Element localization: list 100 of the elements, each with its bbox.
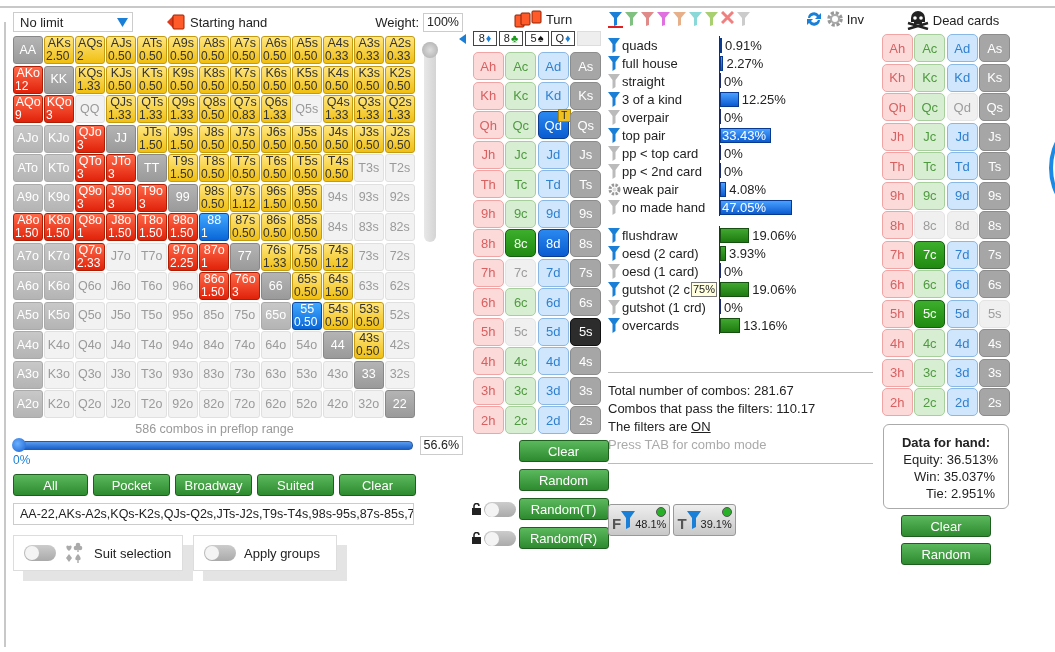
hand-cell[interactable]: 87s 0.50 — [230, 213, 260, 241]
hand-cell[interactable]: 93o — [168, 360, 198, 389]
card-button[interactable]: 4h — [472, 347, 504, 375]
card-button[interactable]: 8d — [537, 229, 569, 257]
card-button[interactable]: Kh — [881, 63, 913, 92]
hand-cell[interactable]: K8o 1.50 — [44, 213, 74, 241]
hand-cell[interactable]: 32o — [354, 390, 384, 418]
card-button[interactable]: Jh — [881, 122, 913, 151]
card-button[interactable]: 3h — [881, 358, 913, 387]
hand-cell[interactable]: T3s — [354, 154, 384, 182]
card-button[interactable]: Kc — [914, 63, 946, 92]
hand-cell[interactable]: 94s — [323, 183, 353, 212]
card-button[interactable]: 5d — [946, 299, 978, 328]
hand-cell[interactable]: 22 — [385, 390, 415, 418]
card-button[interactable]: Ac — [505, 52, 537, 80]
toggle-switch[interactable] — [24, 545, 56, 561]
hand-cell[interactable]: A2s 0.33 — [385, 36, 415, 64]
hand-cell[interactable]: 82o — [199, 390, 229, 418]
hand-cell[interactable]: J4s 0.50 — [323, 124, 353, 153]
hand-cell[interactable]: Q8s 0.50 — [199, 95, 229, 123]
hand-cell[interactable]: 98s 0.50 — [199, 183, 229, 212]
filter-icon[interactable] — [608, 263, 620, 279]
hand-cell[interactable]: J8o 1.50 — [106, 213, 136, 241]
hand-cell[interactable]: K7o — [44, 242, 74, 271]
hand-cell[interactable]: T2o — [137, 390, 167, 418]
hand-cell[interactable]: 43s 0.50 — [354, 331, 384, 359]
card-button[interactable]: 4h — [881, 329, 913, 357]
card-button[interactable]: Kc — [505, 81, 537, 110]
hand-cell[interactable]: T9o 3 — [137, 183, 167, 212]
card-button[interactable]: 9c — [914, 181, 946, 210]
card-button[interactable]: 3s — [979, 358, 1011, 387]
hand-cell[interactable]: A3o — [13, 360, 43, 389]
card-button[interactable]: Ts — [570, 170, 602, 198]
filter-icon[interactable] — [608, 199, 620, 215]
card-button[interactable]: 3c — [505, 376, 537, 405]
hand-cell[interactable]: T8s 0.50 — [199, 154, 229, 182]
hand-cell[interactable]: J3s 0.50 — [354, 124, 384, 153]
board-card[interactable]: 8♦ — [473, 31, 497, 46]
filters-toggle-link[interactable]: ON — [691, 419, 711, 434]
hand-cell[interactable]: Q4s 1.33 — [323, 95, 353, 123]
hand-cell[interactable]: A5o — [13, 301, 43, 330]
refresh-icon[interactable] — [804, 10, 823, 28]
card-button[interactable]: 4d — [946, 329, 978, 357]
hand-cell[interactable]: 44 — [323, 331, 353, 359]
hand-cell[interactable]: TT — [137, 154, 167, 182]
card-arrow-icon[interactable] — [167, 14, 185, 30]
hand-cell[interactable]: J7o — [106, 242, 136, 271]
hand-cell[interactable]: Q8o 1 — [75, 213, 105, 241]
hand-cell[interactable]: 33 — [354, 360, 384, 389]
card-button[interactable]: 7d — [946, 240, 978, 269]
card-button[interactable]: 9h — [472, 199, 504, 228]
card-button[interactable]: 2d — [946, 388, 978, 416]
card-button[interactable]: 7c — [505, 258, 537, 287]
hand-cell[interactable]: 62o — [261, 390, 291, 418]
hand-cell[interactable]: AKo 12 — [13, 65, 43, 94]
hand-cell[interactable]: 43o — [323, 360, 353, 389]
card-button[interactable]: Ks — [979, 63, 1011, 92]
hand-cell[interactable]: 52s — [385, 301, 415, 330]
hand-cell[interactable]: 66 — [261, 272, 291, 300]
card-button[interactable]: Qh — [881, 93, 913, 121]
filter-icon[interactable] — [608, 91, 620, 107]
card-button[interactable]: 2s — [570, 406, 602, 434]
card-button[interactable]: 6h — [881, 270, 913, 298]
card-button[interactable]: 7c — [914, 240, 946, 269]
card-button[interactable]: 3d — [537, 376, 569, 405]
card-button[interactable]: 6c — [914, 270, 946, 298]
filter-icon[interactable] — [608, 145, 620, 161]
board-button[interactable]: Random(R) — [518, 527, 609, 549]
card-button[interactable]: Ks — [570, 81, 602, 110]
hand-cell[interactable]: ATo — [13, 154, 43, 182]
hand-cell[interactable]: 85s 0.50 — [292, 213, 322, 241]
hand-cell[interactable]: 97o 2.25 — [168, 242, 198, 271]
filter-badge[interactable]: T 39.1% — [673, 504, 736, 536]
hand-cell[interactable]: 54o — [292, 331, 322, 359]
hand-cell[interactable]: 76o 3 — [230, 272, 260, 300]
hand-cell[interactable]: 82s — [385, 213, 415, 241]
card-button[interactable]: Qh — [472, 111, 504, 139]
card-button[interactable]: Jc — [914, 122, 946, 151]
hand-cell[interactable]: QJs 1.33 — [106, 95, 136, 123]
hand-cell[interactable]: A6o — [13, 272, 43, 300]
filter-icon[interactable] — [608, 55, 620, 71]
card-button[interactable]: 2s — [979, 388, 1011, 416]
hand-cell[interactable]: 83o — [199, 360, 229, 389]
card-button[interactable]: Kd — [946, 63, 978, 92]
card-button[interactable]: 5h — [881, 299, 913, 328]
range-button[interactable]: Broadway — [175, 474, 252, 496]
hand-cell[interactable]: 65o — [261, 301, 291, 330]
hand-cell[interactable]: QTo 3 — [75, 154, 105, 182]
card-button[interactable]: 5h — [472, 317, 504, 346]
card-button[interactable]: Qc — [914, 93, 946, 121]
hand-cell[interactable]: 92s — [385, 183, 415, 212]
hand-cell[interactable]: T9s 1.50 — [168, 154, 198, 182]
hand-cell[interactable]: K6s 0.50 — [261, 65, 291, 94]
hand-cell[interactable]: 94o — [168, 331, 198, 359]
hand-cell[interactable]: A9s 0.50 — [168, 36, 198, 64]
card-button[interactable]: 3d — [946, 358, 978, 387]
hand-cell[interactable]: J9s 1.50 — [168, 124, 198, 153]
hand-cell[interactable]: 88 1 — [199, 213, 229, 241]
inv-label[interactable]: Inv — [846, 11, 864, 27]
card-button[interactable]: 2h — [881, 388, 913, 416]
